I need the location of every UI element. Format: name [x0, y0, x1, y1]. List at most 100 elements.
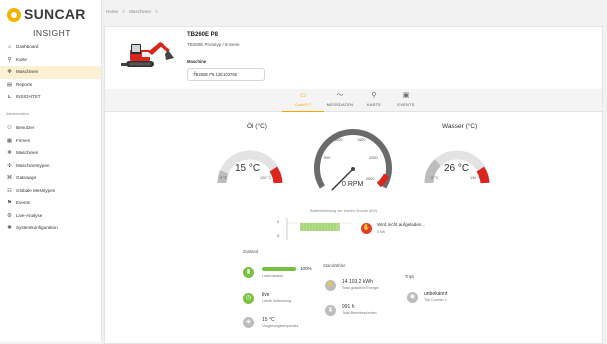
- water-gauge-max: 100 °C: [470, 176, 482, 180]
- suncar-logo-icon: [7, 8, 21, 22]
- operating-hours-label: Total Betriebsstunden: [342, 311, 377, 315]
- machine-subtitle: TB260E Prototyp / 8-Serie: [187, 42, 240, 47]
- rpm-gauge: [314, 129, 392, 191]
- battery-chart: [286, 218, 353, 240]
- battery-chart-ytick-minus5: -5: [276, 234, 280, 238]
- connection-value: live: [262, 292, 270, 298]
- sidebar-item-label: Karte: [16, 56, 27, 62]
- energy-label: Total geladene Energie: [342, 286, 379, 290]
- report-icon: ▤: [6, 81, 13, 88]
- machine-type-icon: ✣: [7, 162, 12, 169]
- machine-select-label: Maschine: [187, 59, 207, 64]
- main-nav: ⌂ Dashboard ⚲ Karte ✥ Maschinen ▤ Report…: [0, 41, 101, 104]
- sidebar-item-insightst[interactable]: ⊾ INSIGHTST: [0, 91, 101, 104]
- rpm-tick-2500: 2500: [366, 177, 375, 181]
- hourglass-icon: ⧗: [325, 305, 336, 316]
- trips-heading: Trips: [405, 274, 415, 279]
- sidebar-item-karte[interactable]: ⚲ Karte: [0, 54, 101, 67]
- thermometer-icon: ◈: [243, 317, 254, 328]
- sidebar-item-reports[interactable]: ▤ Reports: [0, 79, 101, 92]
- trip-icon: ◉: [407, 292, 418, 303]
- sidebar-item-maschinen-admin[interactable]: ✥ Maschinen: [0, 147, 101, 160]
- sidebar-item-label: Maschinentypen: [16, 162, 50, 168]
- sidebar-item-label: Live-Analyse: [16, 212, 43, 218]
- rpm-tick-2000: 2000: [369, 156, 378, 160]
- sidebar-item-label: Systemkonfiguration: [16, 225, 58, 230]
- trip-counter-label: Trip Counter 1: [424, 298, 447, 302]
- sidebar-item-events[interactable]: ⚑ Events: [0, 197, 101, 210]
- tab-cockpit[interactable]: ▭ CockPIT: [282, 91, 324, 112]
- sidebar-item-label: Dashboard: [16, 44, 39, 49]
- tab-label: EVENTS: [397, 102, 415, 107]
- calendar-icon: ▣: [402, 92, 410, 99]
- home-icon: ⌂: [7, 44, 12, 50]
- machine-select[interactable]: TB260E P8 12E103756 ⌃: [187, 68, 265, 81]
- breadcrumb-separator: >: [155, 9, 158, 14]
- machine-icon: ✥: [7, 69, 12, 75]
- gateway-icon: ⌘: [6, 175, 13, 181]
- event-icon: ⚑: [7, 200, 12, 206]
- measure-icon: ☷: [7, 187, 12, 194]
- building-icon: ▦: [6, 137, 13, 144]
- admin-section-label: Administration: [6, 112, 29, 116]
- rpm-tick-500: 500: [324, 156, 331, 160]
- breadcrumb-separator: >: [122, 9, 125, 14]
- sidebar-item-label: Maschinen: [16, 69, 39, 74]
- charge-level-fill: [262, 267, 296, 271]
- tab-label: CockPIT: [294, 102, 312, 107]
- energy-icon: ⚡: [325, 280, 336, 291]
- sidebar-item-gateways[interactable]: ⌘ Gateways: [0, 172, 101, 185]
- battery-icon: ▮: [243, 267, 254, 278]
- breadcrumb-home[interactable]: Home: [106, 9, 118, 14]
- rpm-tick-1500: 1500: [357, 138, 366, 142]
- brand-logo[interactable]: SUNCAR INSIGHT: [7, 5, 97, 38]
- connection-label: Letzte Verbindung: [262, 299, 291, 303]
- battery-chart-ytick-0: 0: [277, 220, 280, 224]
- oil-gauge-max: 120 °C: [260, 176, 272, 180]
- sidebar-item-systemkonfiguration[interactable]: ✺ Systemkonfiguration: [0, 222, 101, 235]
- sidebar-item-maschinen[interactable]: ✥ Maschinen: [0, 66, 101, 79]
- charge-level-bar: [262, 267, 296, 271]
- breadcrumb: Home > Maschinen >: [106, 9, 161, 14]
- rpm-tick-1000: 1000: [334, 138, 343, 142]
- battery-not-charging-icon: ✋: [361, 223, 372, 234]
- battery-chart-title: Batterieleistung der letzten Stunde (kW): [310, 209, 378, 213]
- battery-charge-status: Wird nicht aufgeladen...: [377, 222, 426, 227]
- sidebar-item-label: Benutzer: [16, 125, 35, 130]
- sidebar-item-firmen[interactable]: ▦ Firmen: [0, 135, 101, 148]
- sidebar-item-label: Events: [16, 200, 31, 205]
- sidebar-item-label: Firmen: [16, 137, 31, 143]
- sidebar-item-label: Reports: [16, 81, 33, 87]
- excavator-image: [121, 42, 174, 67]
- user-icon: ⚇: [7, 125, 12, 131]
- water-gauge-title: Wasser (°C): [442, 123, 478, 130]
- cockpit-icon: ▭: [299, 92, 307, 99]
- breadcrumb-maschinen[interactable]: Maschinen: [129, 9, 151, 14]
- sidebar-item-label: Globale Messtypen: [16, 187, 56, 193]
- sidebar: SUNCAR INSIGHT ⌂ Dashboard ⚲ Karte ✥ Mas…: [0, 0, 102, 342]
- charge-level-value: 100%: [300, 266, 312, 271]
- brand-name: SUNCAR: [24, 6, 86, 22]
- machine-panel: TB260E P8 TB260E Prototyp / 8-Serie Masc…: [104, 26, 603, 344]
- machine-icon: ✥: [7, 150, 12, 156]
- machine-title: TB260E P8: [187, 32, 219, 38]
- sidebar-item-live-analyse[interactable]: ⚙ Live-Analyse: [0, 210, 101, 223]
- clock-icon: ◷: [243, 293, 254, 304]
- energy-value: 14.103,2 kWh: [342, 279, 373, 285]
- charge-level-label: Ladezustand: [262, 274, 283, 278]
- battery-charge-power: 0 kW: [377, 230, 386, 234]
- ambient-temp-value: 15 °C: [262, 317, 275, 323]
- sidebar-item-benutzer[interactable]: ⚇ Benutzer: [0, 122, 101, 135]
- tab-events[interactable]: ▣ EVENTS: [385, 91, 427, 111]
- operating-hours-value: 991 h: [342, 304, 355, 310]
- sidebar-item-maschinentypen[interactable]: ✣ Maschinentypen: [0, 160, 101, 173]
- analytics-icon: ⊾: [7, 94, 12, 100]
- water-gauge: [424, 150, 490, 184]
- oil-gauge: [217, 150, 283, 184]
- status-heading: Zustand: [243, 249, 259, 254]
- sidebar-item-globale-messtypen[interactable]: ☷ Globale Messtypen: [0, 185, 101, 198]
- sidebar-item-label: Maschinen: [16, 150, 39, 155]
- admin-nav: ⚇ Benutzer ▦ Firmen ✥ Maschinen ✣ Maschi…: [0, 122, 101, 235]
- ambient-temp-label: Umgebungstemperatur: [262, 324, 299, 328]
- sidebar-item-dashboard[interactable]: ⌂ Dashboard: [0, 41, 101, 54]
